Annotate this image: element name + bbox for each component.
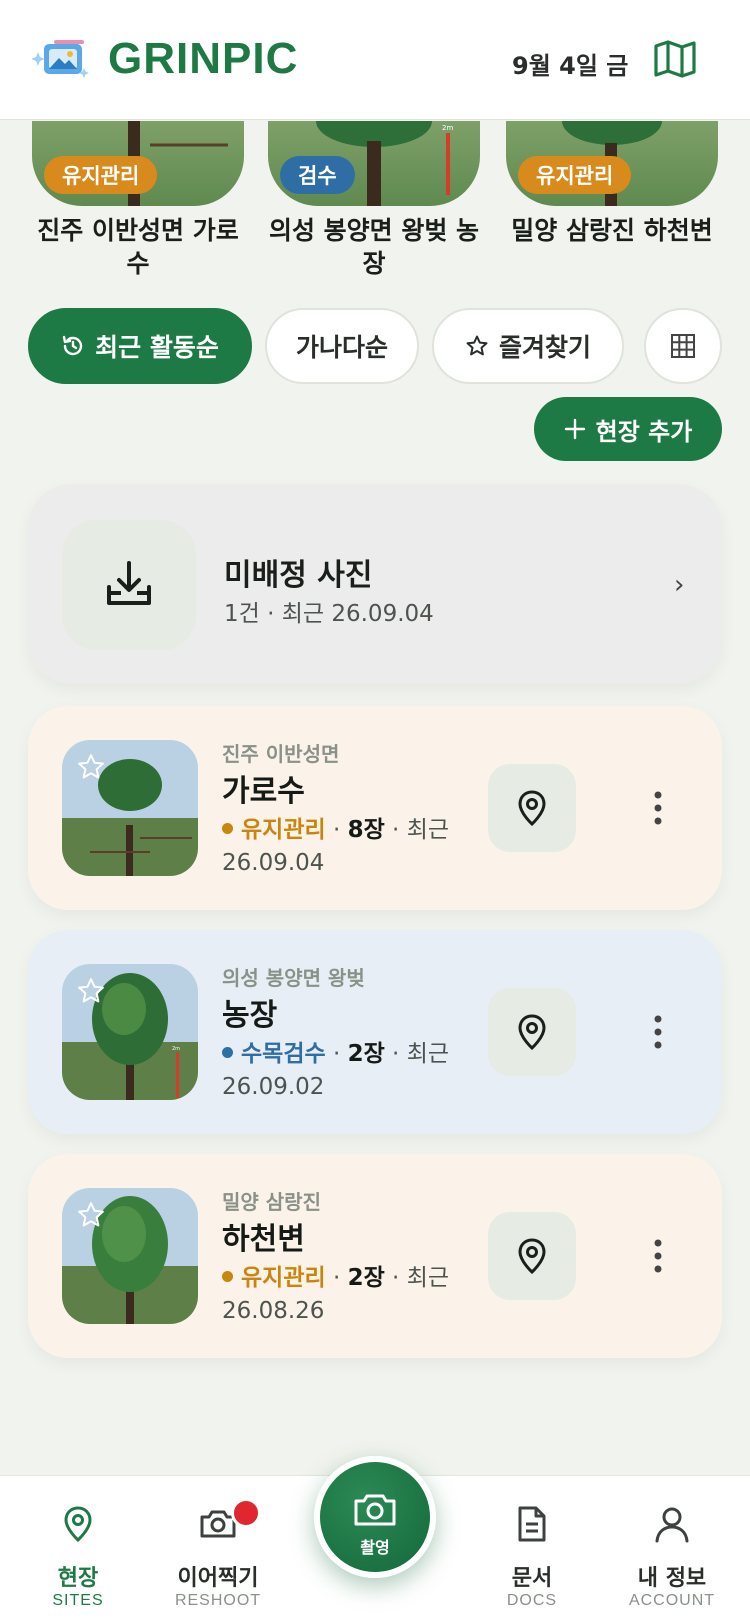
location-button[interactable] — [488, 1212, 576, 1300]
location-pin-icon — [518, 790, 546, 826]
site-region: 밀양 삼랑진 — [222, 1190, 321, 1214]
unsorted-icon-box — [62, 520, 196, 650]
site-name: 하천변 — [222, 1222, 305, 1257]
grid-icon — [671, 334, 695, 358]
status-badge: 검수 — [280, 156, 355, 194]
carousel-title: 의성 봉양면 왕벚 농장 — [268, 216, 480, 278]
unsorted-title: 미배정 사진 — [224, 558, 373, 593]
history-icon — [62, 335, 83, 356]
nav-docs[interactable]: 문서 DOCS — [462, 1476, 602, 1624]
site-meta: 유지관리 · 2장 · 최근 26.08.26 — [222, 1265, 450, 1324]
site-photo-count: 2장 — [347, 1265, 385, 1291]
location-button[interactable] — [488, 988, 576, 1076]
carousel-card[interactable]: 유지관리 밀양 삼랑진 하천변 — [506, 121, 718, 247]
nav-reshoot[interactable]: 이어찍기 RESHOOT — [148, 1476, 288, 1624]
nav-sites[interactable]: 현장 SITES — [8, 1476, 148, 1624]
filter-alpha-chip[interactable]: 가나다순 — [265, 308, 419, 384]
nav-docs-sub: DOCS — [506, 1592, 558, 1609]
favorite-star-icon[interactable] — [76, 976, 106, 1006]
more-options-icon[interactable] — [638, 1000, 678, 1064]
site-photo-count: 2장 — [347, 1041, 385, 1067]
nav-account[interactable]: 내 정보 ACCOUNT — [602, 1476, 742, 1624]
unsorted-photos-card[interactable]: 미배정 사진 1건 · 최근 26.09.04 › — [28, 484, 722, 684]
site-card[interactable]: 2m 의성 봉양면 왕벚 농장 수목검수 · 2장 · 최근 26.09.02 — [28, 930, 722, 1134]
chevron-right-icon: › — [674, 570, 685, 600]
svg-text:2m: 2m — [442, 124, 453, 132]
capture-label: 촬영 — [360, 1538, 390, 1557]
plus-icon — [564, 418, 585, 440]
carousel-card[interactable]: 2m 검수 의성 봉양면 왕벚 농장 — [268, 121, 480, 280]
location-pin-icon — [518, 1014, 546, 1050]
location-pin-icon — [64, 1506, 92, 1543]
filter-favorites-label: 즐겨찾기 — [498, 333, 591, 362]
site-status: 유지관리 — [241, 817, 326, 843]
camera-icon — [354, 1494, 396, 1526]
unsorted-subtitle: 1건 · 최근 26.09.04 — [224, 601, 434, 627]
site-region: 진주 이반성면 — [222, 742, 340, 766]
add-site-label: 현장 추가 — [595, 417, 693, 446]
status-dot — [222, 1271, 233, 1282]
app-logo-text: GRINPIC — [108, 34, 299, 83]
filter-favorites-chip[interactable]: 즐겨찾기 — [432, 308, 624, 384]
site-card[interactable]: 밀양 삼랑진 하천변 유지관리 · 2장 · 최근 26.08.26 — [28, 1154, 722, 1358]
carousel-title: 밀양 삼랑진 하천변 — [511, 216, 713, 245]
nav-docs-label: 문서 — [511, 1566, 553, 1591]
nav-reshoot-label: 이어찍기 — [177, 1566, 259, 1591]
site-thumbnail — [62, 1188, 198, 1324]
site-status: 유지관리 — [241, 1265, 326, 1291]
status-dot — [222, 1047, 233, 1058]
carousel-thumbnail: 유지관리 — [506, 121, 718, 206]
recent-sites-carousel: 유지관리 진주 이반성면 가로수 2m 검수 의성 봉양면 왕벚 농장 유지관리… — [0, 121, 750, 281]
site-thumbnail — [62, 740, 198, 876]
add-site-button[interactable]: 현장 추가 — [534, 397, 722, 461]
site-status: 수목검수 — [241, 1041, 326, 1067]
favorite-star-icon[interactable] — [76, 752, 106, 782]
nav-reshoot-sub: RESHOOT — [174, 1592, 262, 1609]
more-options-icon[interactable] — [638, 1224, 678, 1288]
status-badge: 유지관리 — [518, 156, 632, 194]
status-badge: 유지관리 — [44, 156, 158, 194]
site-thumbnail: 2m — [62, 964, 198, 1100]
capture-button[interactable]: 촬영 — [314, 1456, 436, 1578]
site-name: 농장 — [222, 998, 278, 1033]
nav-sites-sub: SITES — [52, 1592, 104, 1609]
nav-sites-label: 현장 — [57, 1566, 99, 1591]
location-pin-icon — [518, 1238, 546, 1274]
filter-alpha-label: 가나다순 — [295, 333, 388, 362]
user-icon — [655, 1507, 689, 1543]
site-meta: 수목검수 · 2장 · 최근 26.09.02 — [222, 1041, 450, 1100]
site-name: 가로수 — [222, 774, 305, 809]
svg-text:2m: 2m — [172, 1046, 180, 1052]
site-meta: 유지관리 · 8장 · 최근 26.09.04 — [222, 817, 450, 876]
carousel-title: 진주 이반성면 가로수 — [37, 216, 239, 278]
app-header: GRINPIC 9월 4일 금 — [0, 0, 750, 120]
document-icon — [518, 1506, 546, 1542]
notification-badge — [231, 1498, 261, 1528]
location-button[interactable] — [488, 764, 576, 852]
grid-view-chip[interactable] — [644, 308, 722, 384]
nav-account-label: 내 정보 — [637, 1566, 707, 1591]
carousel-thumbnail: 유지관리 — [32, 121, 244, 206]
carousel-thumbnail: 2m 검수 — [268, 121, 480, 206]
carousel-card[interactable]: 유지관리 진주 이반성면 가로수 — [32, 121, 244, 280]
header-date: 9월 4일 금 — [512, 52, 629, 80]
favorite-star-icon[interactable] — [76, 1200, 106, 1230]
more-options-icon[interactable] — [638, 776, 678, 840]
site-card[interactable]: 진주 이반성면 가로수 유지관리 · 8장 · 최근 26.09.04 — [28, 706, 722, 910]
map-icon[interactable] — [652, 38, 698, 80]
download-tray-icon — [107, 561, 151, 605]
gallery-sparkle-icon — [32, 40, 89, 78]
site-photo-count: 8장 — [347, 817, 385, 843]
filter-recent-label: 최근 활동순 — [95, 333, 219, 362]
site-region: 의성 봉양면 왕벚 — [222, 966, 365, 990]
star-outline-icon — [466, 335, 488, 356]
filter-recent-chip[interactable]: 최근 활동순 — [28, 308, 252, 384]
status-dot — [222, 823, 233, 834]
nav-account-sub: ACCOUNT — [628, 1592, 716, 1609]
